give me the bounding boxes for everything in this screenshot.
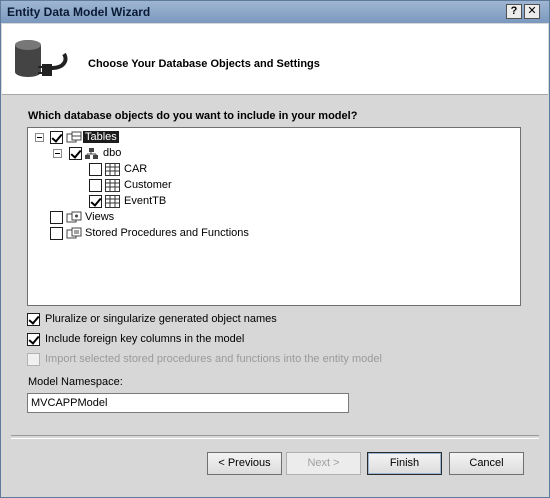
cancel-button[interactable]: Cancel [449, 452, 524, 475]
namespace-input[interactable] [27, 393, 349, 413]
tree-node-car[interactable]: CAR [28, 162, 248, 178]
footer-divider [11, 435, 539, 439]
tables-folder-icon [66, 131, 82, 143]
views-folder-icon [66, 211, 82, 223]
eventtb-checkbox[interactable] [89, 195, 102, 208]
views-checkbox[interactable] [50, 211, 63, 224]
pluralize-option[interactable]: Pluralize or singularize generated objec… [27, 313, 327, 329]
database-plug-icon [15, 40, 68, 77]
table-icon [105, 195, 120, 208]
wizard-window: Entity Data Model Wizard ? ✕ Choose Your… [0, 0, 550, 498]
tree-node-label: Stored Procedures and Functions [85, 227, 249, 239]
collapse-icon[interactable] [53, 149, 62, 158]
schema-icon [85, 148, 98, 159]
header-title: Choose Your Database Objects and Setting… [88, 58, 320, 70]
table-icon [105, 179, 120, 192]
tree-node-customer[interactable]: Customer [28, 178, 248, 194]
next-button: Next > [286, 452, 361, 475]
tree-node-stored-procedures[interactable]: Stored Procedures and Functions [28, 226, 328, 242]
objects-question: Which database objects do you want to in… [28, 110, 358, 122]
tables-checkbox[interactable] [50, 131, 63, 144]
car-checkbox[interactable] [89, 163, 102, 176]
tree-node-label: dbo [103, 147, 122, 159]
namespace-label: Model Namespace: [28, 376, 123, 388]
tree-node-label: CAR [124, 163, 148, 175]
tree-node-label: Views [85, 211, 115, 223]
title-bar: Entity Data Model Wizard ? ✕ [1, 1, 549, 23]
procedures-folder-icon [66, 227, 82, 239]
tree-node-dbo[interactable]: dbo [28, 146, 228, 162]
foreign-keys-checkbox[interactable] [27, 333, 40, 346]
foreign-keys-option[interactable]: Include foreign key columns in the model [27, 333, 327, 349]
previous-button[interactable]: < Previous [207, 452, 282, 475]
objects-tree[interactable]: Tables dbo CAR Customer EventTB Views St… [27, 127, 521, 306]
customer-checkbox[interactable] [89, 179, 102, 192]
dbo-checkbox[interactable] [69, 147, 82, 160]
tree-node-label: Customer [124, 179, 172, 191]
tree-node-tables[interactable]: Tables [28, 130, 228, 146]
stored-procedures-checkbox[interactable] [50, 227, 63, 240]
finish-button[interactable]: Finish [367, 452, 442, 475]
pluralize-checkbox[interactable] [27, 313, 40, 326]
help-button[interactable]: ? [506, 4, 522, 19]
close-button[interactable]: ✕ [524, 4, 540, 19]
wizard-header: Choose Your Database Objects and Setting… [2, 24, 548, 95]
collapse-icon[interactable] [35, 133, 44, 142]
table-icon [105, 163, 120, 176]
tree-node-eventtb[interactable]: EventTB [28, 194, 248, 210]
import-procedures-checkbox [27, 353, 40, 366]
import-procedures-option: Import selected stored procedures and fu… [27, 353, 427, 369]
pluralize-label: Pluralize or singularize generated objec… [45, 313, 277, 325]
window-title: Entity Data Model Wizard [7, 5, 151, 19]
tree-node-label: Tables [83, 131, 119, 143]
foreign-keys-label: Include foreign key columns in the model [45, 333, 245, 345]
import-procedures-label: Import selected stored procedures and fu… [45, 353, 382, 365]
tree-node-label: EventTB [124, 195, 167, 207]
tree-node-views[interactable]: Views [28, 210, 228, 226]
